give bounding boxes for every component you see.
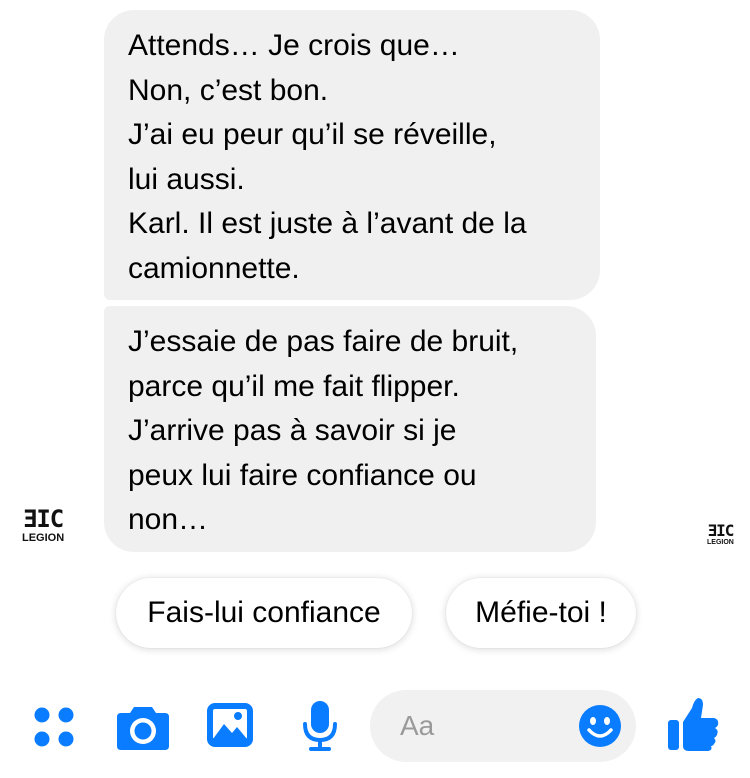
legion-logo-glyph: ƎIC	[22, 505, 64, 533]
emoji-icon	[579, 705, 621, 747]
message-line: J’essaie de pas faire de bruit,	[128, 325, 519, 358]
legion-logo-word: LEGION	[707, 539, 734, 546]
microphone-icon	[303, 701, 337, 751]
message-line: camionnette.	[128, 251, 300, 285]
message-bubble: Attends… Je crois que… Non, c’est bon. J…	[104, 10, 600, 300]
message-line: Attends… Je crois que…	[128, 29, 460, 62]
message-line: J’ai eu peur qu’il se réveille,	[128, 118, 497, 151]
message-bubble: J’essaie de pas faire de bruit, parce qu…	[104, 306, 596, 552]
thumbs-up-icon	[668, 698, 719, 751]
message-input-placeholder: Aa	[400, 710, 435, 741]
image-icon	[207, 703, 253, 747]
message-line: J’arrive pas à savoir si je	[128, 414, 457, 447]
legion-logo-glyph: ƎIC	[707, 521, 734, 540]
message-line: peux lui faire confiance ou	[128, 458, 477, 492]
legion-logo-word: LEGION	[22, 532, 65, 544]
message-line: non…	[128, 503, 209, 536]
message-input[interactable]: Aa	[370, 690, 636, 762]
camera-button[interactable]	[116, 701, 170, 751]
quick-reply-beware[interactable]: Méfie-toi !	[446, 578, 636, 648]
sender-avatar[interactable]: ƎIC LEGION	[22, 507, 64, 544]
emoji-button[interactable]	[578, 704, 622, 748]
microphone-button[interactable]	[302, 700, 338, 752]
camera-icon	[117, 707, 169, 750]
message-line: Non, c’est bon.	[128, 73, 329, 107]
apps-icon	[34, 707, 74, 747]
apps-button[interactable]	[33, 706, 75, 748]
gallery-button[interactable]	[206, 702, 254, 748]
message-line: Karl. Il est juste à l’avant de la	[128, 207, 527, 240]
like-button[interactable]	[666, 696, 720, 752]
message-line: parce qu’il me fait flipper.	[128, 369, 460, 403]
message-line: lui aussi.	[128, 162, 245, 196]
read-receipt-avatar: ƎIC LEGION	[707, 523, 734, 547]
quick-reply-trust[interactable]: Fais-lui confiance	[116, 578, 412, 648]
